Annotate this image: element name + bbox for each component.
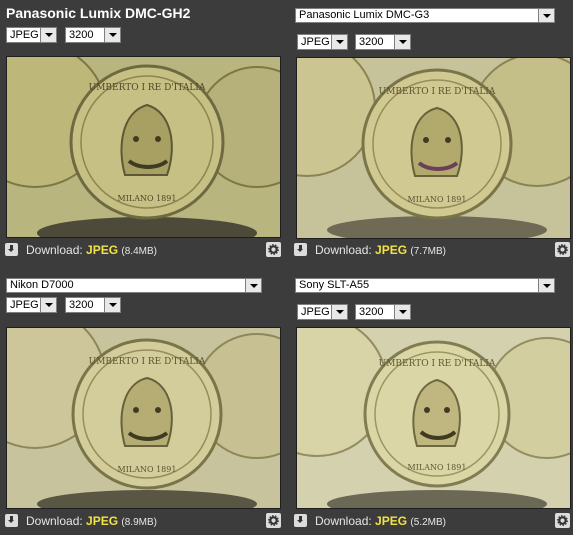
coin-legend: UMBERTO I RE D'ITALIA [379, 359, 496, 369]
download-link[interactable]: JPEG [86, 243, 118, 257]
chevron-down-icon[interactable] [40, 28, 56, 42]
coin-mint: MILANO 1891 [118, 465, 177, 474]
download-size: (5.2MB) [410, 517, 446, 528]
download-row: Download: JPEG (5.2MB) [294, 513, 570, 531]
iso-value: 3200 [359, 306, 384, 318]
gear-icon[interactable] [555, 242, 570, 257]
chevron-down-icon[interactable] [394, 35, 410, 49]
gear-icon[interactable] [266, 242, 281, 257]
chevron-down-icon[interactable] [538, 279, 554, 292]
coin-legend: UMBERTO I RE D'ITALIA [89, 357, 206, 367]
camera-select[interactable]: Panasonic Lumix DMC-G3 [295, 8, 555, 23]
coin-mint: MILANO 1891 [408, 463, 467, 472]
comparison-panel-4: Sony SLT-A55 JPEG 3200 UMBERTO I RE D'IT… [291, 272, 573, 534]
gear-icon[interactable] [266, 513, 281, 528]
chevron-down-icon[interactable] [104, 298, 120, 312]
coin-photo: UMBERTO I RE D'ITALIA MILANO 1891 [297, 58, 570, 238]
format-value: JPEG [301, 306, 330, 318]
iso-select[interactable]: 3200 [355, 34, 411, 50]
chevron-down-icon[interactable] [538, 9, 554, 22]
format-select[interactable]: JPEG [6, 297, 57, 313]
comparison-panel-2: Panasonic Lumix DMC-G3 JPEG 3200 UMBERTO… [291, 2, 573, 264]
sample-image[interactable]: UMBERTO I RE D'ITALIA MILANO 1891 [6, 56, 281, 238]
camera-select[interactable]: Sony SLT-A55 [295, 278, 555, 293]
comparison-panel-1: Panasonic Lumix DMC-GH2 JPEG 3200 UMBERT… [2, 2, 284, 264]
sample-image[interactable]: UMBERTO I RE D'ITALIA MILANO 1891 [296, 327, 571, 509]
chevron-down-icon[interactable] [331, 305, 347, 319]
camera-select-value: Panasonic Lumix DMC-G3 [299, 9, 430, 21]
coin-photo: UMBERTO I RE D'ITALIA MILANO 1891 [7, 328, 280, 508]
iso-select[interactable]: 3200 [355, 304, 411, 320]
camera-select-value: Nikon D7000 [10, 279, 74, 291]
download-row: Download: JPEG (8.4MB) [5, 242, 281, 260]
download-icon[interactable] [294, 514, 307, 527]
download-size: (8.4MB) [121, 246, 157, 257]
sample-image[interactable]: UMBERTO I RE D'ITALIA MILANO 1891 [6, 327, 281, 509]
format-value: JPEG [10, 299, 39, 311]
download-size: (7.7MB) [410, 246, 446, 257]
iso-value: 3200 [69, 299, 94, 311]
camera-select-value: Sony SLT-A55 [299, 279, 370, 291]
iso-value: 3200 [69, 29, 94, 41]
coin-photo: UMBERTO I RE D'ITALIA MILANO 1891 [297, 328, 570, 508]
chevron-down-icon[interactable] [104, 28, 120, 42]
download-icon[interactable] [5, 243, 18, 256]
coin-mint: MILANO 1891 [408, 195, 467, 204]
coin-legend: UMBERTO I RE D'ITALIA [379, 87, 496, 97]
sample-image[interactable]: UMBERTO I RE D'ITALIA MILANO 1891 [296, 57, 571, 239]
coin-photo: UMBERTO I RE D'ITALIA MILANO 1891 [7, 57, 280, 237]
coin-legend: UMBERTO I RE D'ITALIA [89, 83, 206, 93]
chevron-down-icon[interactable] [331, 35, 347, 49]
camera-title: Panasonic Lumix DMC-GH2 [6, 5, 191, 21]
gear-icon[interactable] [555, 513, 570, 528]
iso-select[interactable]: 3200 [65, 27, 121, 43]
download-icon[interactable] [5, 514, 18, 527]
download-size: (8.9MB) [121, 517, 157, 528]
download-row: Download: JPEG (8.9MB) [5, 513, 281, 531]
download-row: Download: JPEG (7.7MB) [294, 242, 570, 260]
chevron-down-icon[interactable] [245, 279, 261, 292]
download-link[interactable]: JPEG [375, 514, 407, 528]
download-label: Download: [26, 514, 83, 528]
comparison-panel-3: Nikon D7000 JPEG 3200 UMBERTO I RE D'ITA… [2, 272, 284, 534]
coin-mint: MILANO 1891 [118, 194, 177, 203]
download-link[interactable]: JPEG [375, 243, 407, 257]
download-link[interactable]: JPEG [86, 514, 118, 528]
format-select[interactable]: JPEG [297, 304, 348, 320]
format-select[interactable]: JPEG [297, 34, 348, 50]
iso-select[interactable]: 3200 [65, 297, 121, 313]
format-value: JPEG [10, 29, 39, 41]
camera-select[interactable]: Nikon D7000 [6, 278, 262, 293]
chevron-down-icon[interactable] [394, 305, 410, 319]
format-value: JPEG [301, 36, 330, 48]
format-select[interactable]: JPEG [6, 27, 57, 43]
download-label: Download: [315, 514, 372, 528]
iso-value: 3200 [359, 36, 384, 48]
chevron-down-icon[interactable] [40, 298, 56, 312]
download-label: Download: [26, 243, 83, 257]
download-label: Download: [315, 243, 372, 257]
download-icon[interactable] [294, 243, 307, 256]
